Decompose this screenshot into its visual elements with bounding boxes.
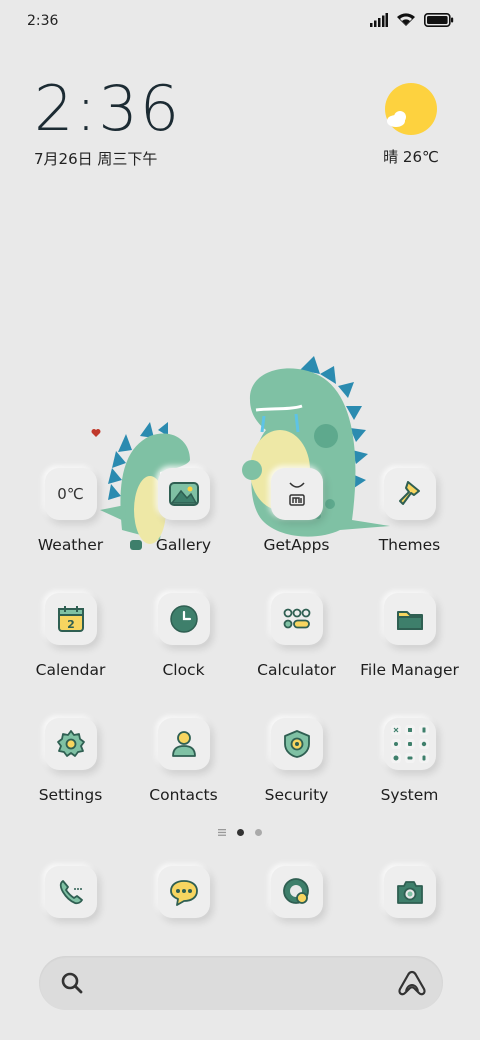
app-system-folder[interactable]: System [353,718,466,804]
app-calculator[interactable]: Calculator [240,593,353,679]
page-dot [255,829,262,836]
dock-messages[interactable] [127,866,240,918]
weather-tile-temp: 0℃ [57,485,84,503]
weather-icon: 0℃ [44,468,97,520]
calendar-icon: 2 [44,593,97,645]
app-themes[interactable]: Themes [353,468,466,554]
app-label-security: Security [264,786,329,804]
settings-gear-icon [44,718,97,770]
app-label-settings: Settings [38,786,103,804]
search-bar[interactable] [39,956,443,1010]
weather-widget[interactable]: 晴 26℃ [376,82,446,167]
camera-icon [383,866,436,918]
clock-widget-time: 2:36 [34,72,182,145]
signal-icon [370,13,388,27]
app-security[interactable]: Security [240,718,353,804]
app-gallery[interactable]: Gallery [127,468,240,554]
battery-icon [424,13,454,27]
app-label-themes: Themes [378,536,441,554]
security-shield-icon [270,718,323,770]
clock-widget[interactable]: 2:36 7月26日 周三下午 [34,78,181,169]
app-settings[interactable]: Settings [14,718,127,804]
app-label-contacts: Contacts [149,786,218,804]
app-label-file-manager: File Manager [360,661,459,679]
app-label-clock: Clock [162,661,205,679]
app-label-calendar: Calendar [35,661,106,679]
dock-phone[interactable] [14,866,127,918]
gallery-icon [157,468,210,520]
app-label-weather: Weather [37,536,104,554]
app-label-getapps: GetApps [263,536,330,554]
app-contacts[interactable]: Contacts [127,718,240,804]
clock-widget-date: 7月26日 周三下午 [34,150,158,168]
status-bar: 2:36 [0,0,480,42]
assistant-icon[interactable] [397,969,427,1001]
sun-cloud-icon [384,82,438,136]
app-weather[interactable]: 0℃ Weather [14,468,127,554]
app-file-manager[interactable]: File Manager [353,593,466,679]
phone-icon [44,866,97,918]
status-icons [370,13,454,27]
page-indicator[interactable] [0,829,480,836]
contacts-icon [157,718,210,770]
app-label-system: System [380,786,439,804]
themes-brush-icon [383,468,436,520]
folder-icon [383,593,436,645]
dock-camera[interactable] [353,866,466,918]
wifi-icon [397,13,415,26]
app-clock[interactable]: Clock [127,593,240,679]
app-calendar[interactable]: 2 Calendar [14,593,127,679]
search-icon[interactable] [59,970,85,1000]
status-time: 2:36 [27,13,59,29]
app-label-calculator: Calculator [257,661,336,679]
page-indicator-list-icon [218,829,226,836]
browser-icon [270,866,323,918]
page-dot-active [237,829,244,836]
clock-icon [157,593,210,645]
messages-icon [157,866,210,918]
app-getapps[interactable]: GetApps [240,468,353,554]
app-label-gallery: Gallery [155,536,212,554]
calculator-icon [270,593,323,645]
weather-widget-text: 晴 26℃ [383,148,439,166]
system-folder-icon [383,718,436,770]
getapps-icon [270,468,323,520]
calendar-day: 2 [67,618,75,631]
dock-browser[interactable] [240,866,353,918]
